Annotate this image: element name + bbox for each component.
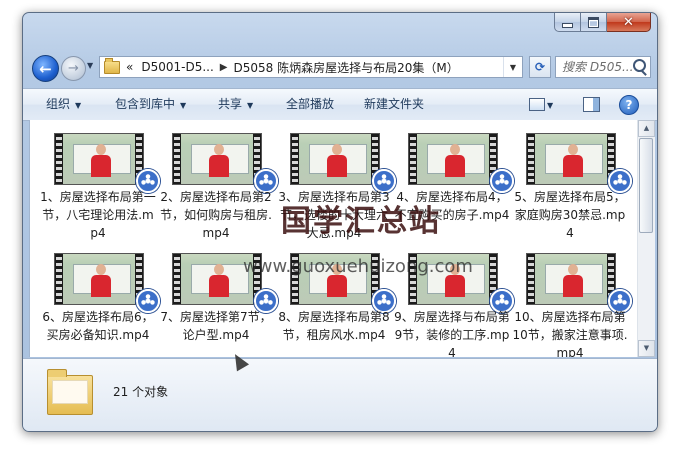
breadcrumb-item[interactable]: D5001-D5... [141,60,213,74]
file-name: 6、房屋选择布局6，买房必备知识.mp4 [42,310,154,342]
scroll-down-button[interactable]: ▼ [638,340,655,357]
refresh-icon: ⟳ [534,60,546,74]
video-thumbnail [408,133,498,185]
folder-icon [104,57,120,74]
explorer-window: ✕ ← → ▼ « D5001-D5... ▶ D5058 陈炳森房屋选择与布局… [22,12,658,432]
new-folder-button[interactable]: 新建文件夹 [364,89,424,120]
maximize-icon [588,16,599,28]
file-name: 7、房屋选择第7节，论户型.mp4 [160,310,272,342]
arrow-right-icon: → [68,61,79,76]
scroll-thumb[interactable] [639,138,653,233]
file-name: 10、房屋选择布局第10节，搬家注意事项.mp4 [512,310,628,357]
chevron-right-icon[interactable]: ▶ [220,62,228,73]
watermark-text: 国学汇总站 [281,204,441,239]
chevron-down-icon[interactable]: ▼ [547,90,553,121]
view-options-icon[interactable] [529,98,545,111]
include-library-button[interactable]: 包含到库中 ▼ [115,89,186,120]
close-button[interactable]: ✕ [607,13,651,32]
file-name: 8、房屋选择布局第8节，租房风水.mp4 [278,310,390,342]
navigation-bar: ← → ▼ « D5001-D5... ▶ D5058 陈炳森房屋选择与布局20… [29,53,651,83]
minimize-button[interactable] [554,13,581,32]
search-placeholder: 搜索 D505... [562,60,634,74]
address-bar[interactable]: « D5001-D5... ▶ D5058 陈炳森房屋选择与布局20集（M） ▼ [99,56,523,78]
video-thumbnail [172,133,262,185]
recent-pages-dropdown[interactable]: ▼ [87,61,93,70]
chevron-down-icon[interactable]: ▼ [503,57,522,77]
file-name: 1、房屋选择布局第一节，八宅理论用法.mp4 [40,190,156,240]
maximize-button[interactable] [581,13,607,32]
video-thumbnail [290,133,380,185]
preview-pane-icon[interactable] [583,97,600,112]
refresh-button[interactable]: ⟳ [529,56,551,78]
chevron-down-icon: ▼ [75,101,82,110]
chevron-down-icon: ▼ [247,101,254,110]
file-name: 2、房屋选择布局第2节，如何购房与租房.mp4 [160,190,272,240]
breadcrumb-overflow[interactable]: « [126,60,133,74]
vertical-scrollbar[interactable]: ▲ ▼ [637,120,655,357]
video-thumbnail [526,253,616,305]
video-thumbnail [526,133,616,185]
back-button[interactable]: ← [32,55,59,82]
search-icon[interactable] [633,59,646,72]
file-item[interactable]: 2、房屋选择布局第2节，如何购房与租房.mp4 [157,128,278,246]
file-item[interactable]: 5、房屋选择布局5，家庭购房30禁忌.mp4 [511,128,632,246]
command-bar: 组织 ▼ 包含到库中 ▼ 共享 ▼ 全部播放 新建文件夹 ▼ ? [23,88,657,121]
details-pane: 21 个对象 [23,358,657,431]
help-icon[interactable]: ? [619,95,639,115]
file-name: 5、房屋选择布局5，家庭购房30禁忌.mp4 [514,190,626,240]
arrow-left-icon: ← [39,59,52,78]
scroll-up-button[interactable]: ▲ [638,120,655,137]
play-all-button[interactable]: 全部播放 [286,89,334,120]
file-item[interactable]: 1、房屋选择布局第一节，八宅理论用法.mp4 [39,128,160,246]
item-count: 21 个对象 [113,385,169,399]
file-item[interactable]: 6、房屋选择布局6，买房必备知识.mp4 [39,248,160,357]
chevron-down-icon: ▼ [180,101,187,110]
forward-button[interactable]: → [61,56,86,81]
video-thumbnail [54,133,144,185]
watermark-url: www.guoxuehuizong.com [243,256,473,277]
caption-buttons: ✕ [554,13,651,32]
close-icon: ✕ [623,14,634,30]
video-thumbnail [54,253,144,305]
minimize-icon [562,23,573,28]
breadcrumb-item[interactable]: D5058 陈炳森房屋选择与布局20集（M） [233,59,458,76]
file-item[interactable]: 10、房屋选择布局第10节，搬家注意事项.mp4 [511,248,632,357]
search-input[interactable]: 搜索 D505... [555,56,651,78]
file-name: 9、房屋选择与布局第9节，装修的工序.mp4 [394,310,510,357]
folder-icon [47,369,93,415]
share-button[interactable]: 共享 ▼ [218,89,253,120]
organize-button[interactable]: 组织 ▼ [46,89,81,120]
